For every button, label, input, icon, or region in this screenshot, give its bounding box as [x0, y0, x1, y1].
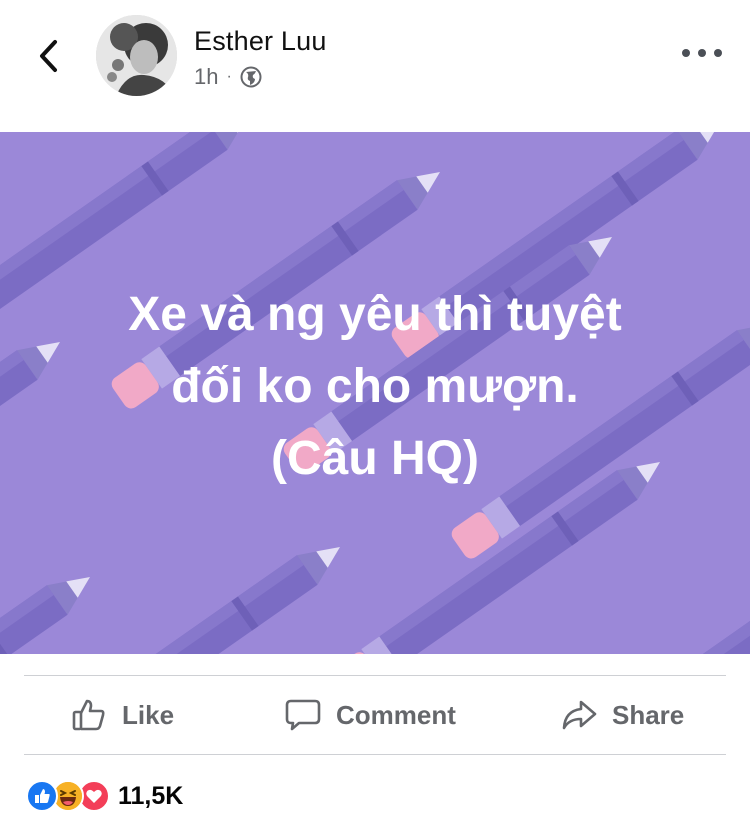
more-options-button[interactable] — [682, 38, 722, 68]
globe-icon — [240, 66, 262, 88]
back-button[interactable] — [28, 34, 68, 78]
reaction-summary[interactable]: 11,5K — [26, 778, 183, 814]
post-time[interactable]: 1h — [194, 64, 218, 90]
like-button[interactable]: Like — [70, 676, 174, 754]
divider-bottom — [24, 754, 726, 755]
comment-button[interactable]: Comment — [284, 676, 456, 754]
action-bar: Like Comment Share — [24, 676, 726, 754]
post-text-container: Xe và ng yêu thì tuyệt đối ko cho mượn. … — [0, 132, 750, 654]
chevron-left-icon — [40, 40, 57, 72]
author-name[interactable]: Esther Luu — [194, 26, 327, 57]
post-background: Xe và ng yêu thì tuyệt đối ko cho mượn. … — [0, 132, 750, 654]
meta-separator: · — [226, 68, 232, 85]
avatar[interactable] — [96, 15, 177, 96]
reaction-count[interactable]: 11,5K — [118, 782, 183, 811]
thumbs-up-icon — [70, 696, 108, 734]
share-label: Share — [612, 699, 685, 730]
comment-icon — [284, 696, 322, 734]
post-meta: 1h · — [194, 64, 262, 90]
like-reaction-icon — [26, 780, 58, 812]
more-dots-icon — [682, 49, 690, 57]
post-text: Xe và ng yêu thì tuyệt đối ko cho mượn. … — [128, 288, 622, 485]
share-icon — [560, 696, 598, 734]
like-label: Like — [122, 699, 175, 730]
post-header: Esther Luu 1h · — [0, 0, 750, 132]
comment-label: Comment — [336, 699, 456, 730]
share-button[interactable]: Share — [560, 676, 684, 754]
